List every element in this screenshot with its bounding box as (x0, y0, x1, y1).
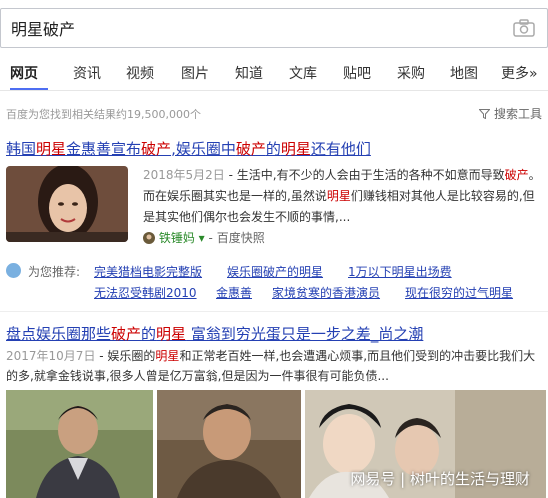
result-date: 2017年10月7日 (6, 349, 96, 363)
keyword-highlight: 明星 (155, 349, 180, 363)
camera-icon[interactable] (513, 19, 535, 37)
suggestion-link[interactable]: 无法忍受韩剧2010 (94, 284, 197, 301)
tab-procurement[interactable]: 采购 (397, 63, 425, 83)
vertical-nav: 网页 资讯 视频 图片 知道 文库 贴吧 采购 地图 更多» (0, 55, 548, 91)
recommend-icon (6, 263, 21, 278)
suggestion-link[interactable]: 家境贫寒的香港演员 (272, 284, 380, 301)
man-photo-2[interactable] (157, 390, 301, 498)
filter-icon (478, 109, 491, 120)
tab-images[interactable]: 图片 (181, 63, 209, 83)
result-2-snippet: 2017年10月7日 - 娱乐圈的明星和正常老百姓一样,也会遭遇心烦事,而且他们… (6, 349, 536, 383)
tab-web[interactable]: 网页 (10, 63, 38, 83)
suggestion-link[interactable]: 现在很穷的过气明星 (405, 284, 513, 301)
tab-video[interactable]: 视频 (126, 63, 154, 83)
recommend-label: 为您推荐: (28, 265, 81, 279)
tab-map[interactable]: 地图 (450, 63, 478, 83)
search-input[interactable] (11, 15, 491, 41)
suggestion-link[interactable]: 1万以下明星出场费 (348, 263, 452, 280)
keyword-highlight: 明星 (280, 140, 311, 158)
suggestion-link[interactable]: 金惠善 (216, 284, 252, 301)
nav-divider (0, 90, 548, 91)
woman-portrait-image (6, 166, 128, 242)
result-1-source-name[interactable]: 铁锤妈 (159, 231, 195, 245)
search-bar (0, 8, 548, 48)
keyword-highlight: 明星 (156, 325, 187, 343)
keyword-highlight: 明星 (36, 140, 67, 158)
author-avatar-icon (143, 232, 155, 244)
keyword-highlight: 破产 (235, 140, 266, 158)
result-date: 2018年5月2日 (143, 168, 225, 182)
result-1-snapshot-dash: - (208, 231, 213, 245)
netease-watermark: 网易号 | 树叶的生活与理财 (350, 470, 530, 488)
results-count: 百度为您找到相关结果约19,500,000个 (6, 108, 201, 121)
search-tools-button[interactable]: 搜索工具 (478, 105, 542, 122)
result-2-title-link[interactable]: 盘点娱乐圈那些破产的明星 富翁到穷光蛋只是一步之差_尚之潮 (6, 323, 423, 344)
tab-wenku[interactable]: 文库 (289, 63, 317, 83)
result-1-thumbnail[interactable] (6, 166, 128, 242)
result-1-snapshot-link[interactable]: 百度快照 (217, 231, 265, 245)
tab-more[interactable]: 更多» (501, 63, 538, 83)
tab-zhidao[interactable]: 知道 (235, 63, 263, 83)
source-dropdown-icon[interactable]: ▾ (199, 231, 205, 245)
suggestion-link[interactable]: 完美猎档电影完整版 (94, 263, 202, 280)
search-tools-label: 搜索工具 (493, 107, 542, 121)
keyword-highlight: 破产 (111, 325, 142, 343)
keyword-highlight: 明星 (326, 189, 351, 203)
result-1-title-link[interactable]: 韩国明星金惠善宣布破产,娱乐圈中破产的明星还有他们 (6, 138, 371, 159)
keyword-highlight: 破产 (141, 140, 172, 158)
keyword-highlight: 破产 (504, 168, 529, 182)
suggestion-link[interactable]: 娱乐圈破产的明星 (227, 263, 323, 280)
tab-news[interactable]: 资讯 (73, 63, 101, 83)
man-photo-1[interactable] (6, 390, 153, 498)
result-divider (0, 311, 548, 312)
result-1-snippet: 2018年5月2日 - 生活中,有不少的人会由于生活的各种不如意而导致破产。而在… (143, 168, 541, 224)
result-1-source: 铁锤妈 ▾ - 百度快照 (143, 229, 265, 246)
tab-tieba[interactable]: 贴吧 (343, 63, 371, 83)
